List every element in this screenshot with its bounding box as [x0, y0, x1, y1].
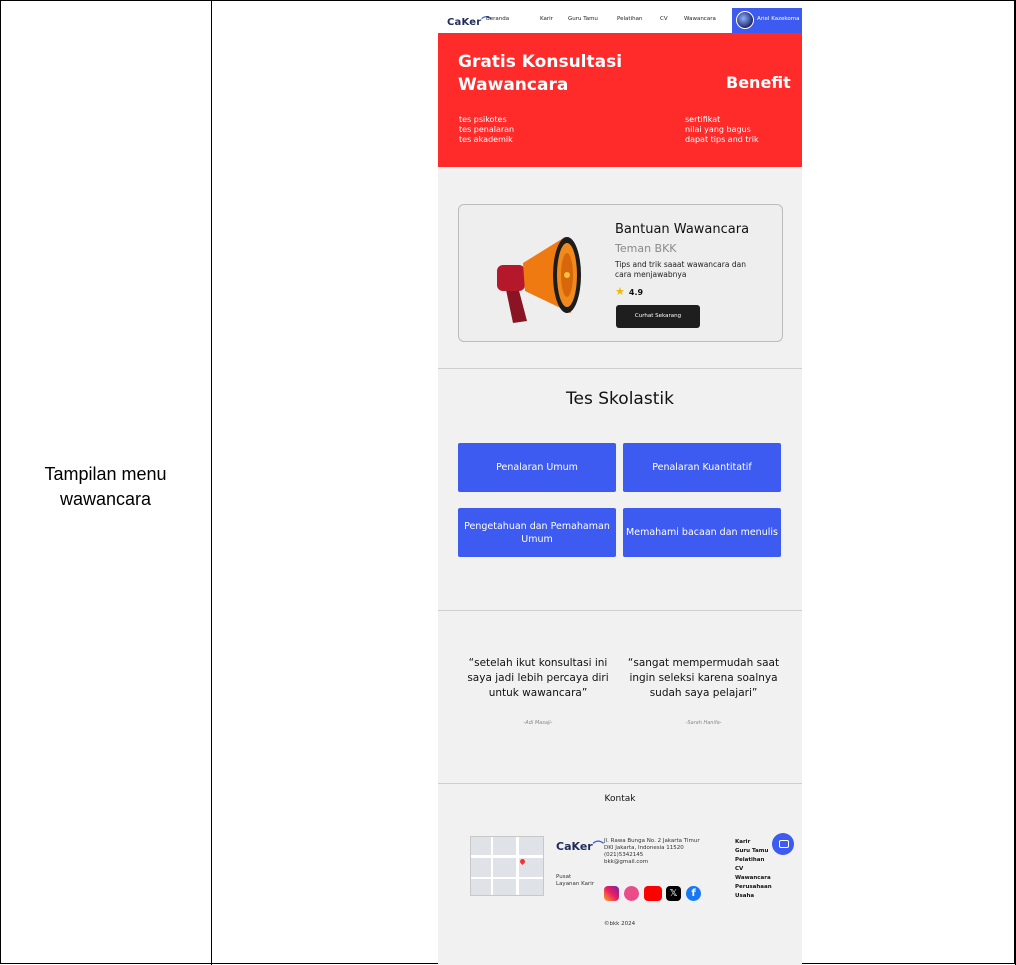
- rating-value: 4.9: [628, 288, 644, 297]
- app-screenshot: CaKer⌒ Beranda Karir Guru Tamu Pelatihan…: [438, 8, 802, 965]
- footer-title: Kontak: [604, 794, 636, 804]
- section-divider: [438, 610, 802, 611]
- user-name: Ariel Kazekoma: [757, 16, 800, 22]
- footer-tagline: Pusat Layanan Karir: [556, 874, 595, 887]
- chat-icon[interactable]: [772, 833, 794, 855]
- card-description: Tips and trik saaat wawancara dan cara m…: [615, 260, 746, 279]
- location-map[interactable]: [470, 836, 544, 896]
- dribbble-icon[interactable]: [624, 886, 639, 901]
- hero-feature: tes akademik: [459, 135, 513, 144]
- hero-banner: Gratis Konsultasi Wawancara tes psikotes…: [438, 33, 802, 167]
- testimonial-quote: “setelah ikut konsultasi ini saya jadi l…: [467, 657, 609, 699]
- footer-link-usaha[interactable]: Usaha: [735, 892, 785, 901]
- megaphone-icon: [497, 237, 581, 323]
- benefit-title: Benefit: [726, 73, 791, 92]
- benefit-item: nilai yang bagus: [685, 125, 751, 134]
- testimonial-quote: “sangat mempermudah saat ingin seleksi k…: [627, 657, 780, 699]
- pengetahuan-pemahaman-button[interactable]: Pengetahuan dan Pemahaman Umum: [458, 508, 616, 557]
- curhat-sekarang-button[interactable]: Curhat Sekarang: [616, 305, 700, 328]
- footer-logo[interactable]: CaKer⌒: [556, 838, 604, 854]
- benefit-item: sertifikat: [685, 115, 721, 124]
- section-title-skolastik: Tes Skolastik: [566, 389, 674, 409]
- table-caption: Tampilan menu wawancara: [44, 464, 167, 509]
- benefit-item: dapat tips and trik: [685, 135, 759, 144]
- benefit-list: sertifikat nilai yang bagus dapat tips a…: [685, 115, 759, 145]
- nav-beranda[interactable]: Beranda: [486, 16, 509, 22]
- card-title: Bantuan Wawancara: [615, 222, 750, 237]
- footer-link-pelatihan[interactable]: Pelatihan: [735, 856, 785, 865]
- hero-title: Gratis Konsultasi Wawancara: [458, 52, 623, 95]
- footer-link-cv[interactable]: CV: [735, 865, 785, 874]
- footer-link-perusahaan[interactable]: Perusahaan: [735, 883, 785, 892]
- top-navbar: CaKer⌒ Beranda Karir Guru Tamu Pelatihan…: [438, 8, 802, 33]
- brand-logo[interactable]: CaKer⌒: [447, 13, 492, 28]
- nav-pelatihan[interactable]: Pelatihan: [617, 16, 642, 22]
- user-menu[interactable]: Ariel Kazekoma: [732, 8, 802, 33]
- card-subtitle: Teman BKK: [615, 242, 677, 255]
- penalaran-kuantitatif-button[interactable]: Penalaran Kuantitatif: [623, 443, 781, 492]
- nav-cv[interactable]: CV: [660, 16, 668, 22]
- map-pin-icon: [518, 857, 527, 866]
- address-line: Jl. Rawa Bunga No. 2 Jakarta Timur: [604, 838, 700, 844]
- address-line: DKI Jakarta, Indonesia 11520: [604, 845, 684, 851]
- nav-karir[interactable]: Karir: [540, 16, 553, 22]
- testimonial-author: -Sarah Hanifa-: [685, 720, 722, 726]
- hero-feature: tes psikotes: [459, 115, 507, 124]
- phone-number: (021)5342145: [604, 852, 644, 858]
- facebook-icon[interactable]: f: [686, 886, 701, 901]
- footer-address: Jl. Rawa Bunga No. 2 Jakarta Timur DKI J…: [604, 838, 714, 866]
- nav-wawancara[interactable]: Wawancara: [684, 16, 716, 22]
- table-divider: [211, 0, 212, 965]
- x-icon[interactable]: 𝕏: [666, 886, 681, 901]
- penalaran-umum-button[interactable]: Penalaran Umum: [458, 443, 616, 492]
- email-address: bkk@gmail.com: [604, 859, 649, 865]
- hero-feature-list: tes psikotes tes penalaran tes akademik: [459, 115, 514, 145]
- star-icon: ★: [615, 285, 625, 298]
- memahami-bacaan-button[interactable]: Memahami bacaan dan menulis: [623, 508, 781, 557]
- youtube-icon[interactable]: [644, 886, 662, 901]
- testimonial-author: -Adi Masaji-: [523, 720, 553, 726]
- section-divider: [438, 368, 802, 369]
- avatar: [736, 11, 754, 29]
- section-divider: [438, 783, 802, 784]
- interview-help-card: Bantuan Wawancara Teman BKK Tips and tri…: [458, 204, 783, 342]
- nav-guru-tamu[interactable]: Guru Tamu: [568, 16, 598, 22]
- rating: ★ 4.9: [615, 285, 643, 298]
- copyright: ©bkk 2024: [604, 921, 636, 927]
- footer-link-wawancara[interactable]: Wawancara: [735, 874, 785, 883]
- hero-feature: tes penalaran: [459, 125, 515, 134]
- instagram-icon[interactable]: [604, 886, 619, 901]
